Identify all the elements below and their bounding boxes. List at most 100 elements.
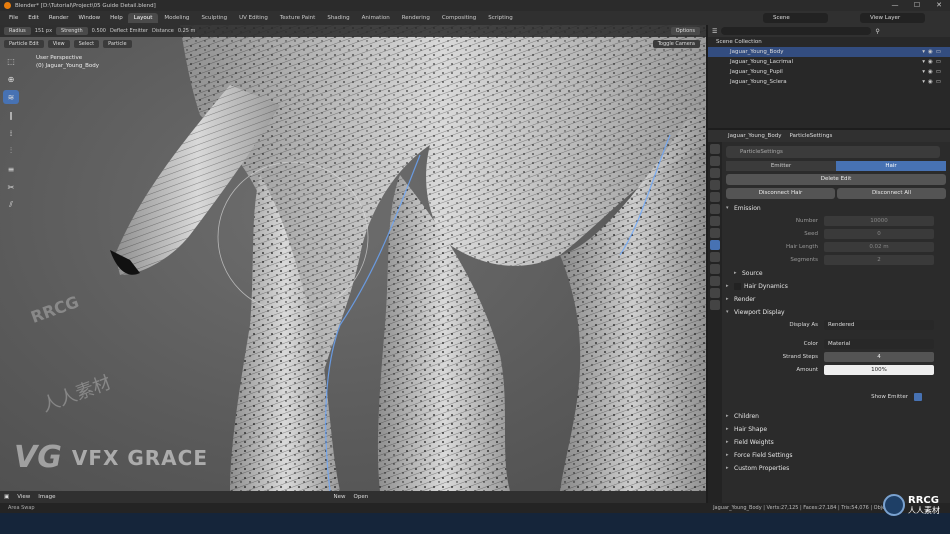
- smooth-tool-icon[interactable]: ∥: [3, 108, 19, 122]
- material-tab-icon[interactable]: [710, 288, 720, 298]
- hair-dynamics-panel[interactable]: ▸ Hair Dynamics: [724, 280, 948, 293]
- emitter-option[interactable]: Emitter: [726, 161, 836, 171]
- amount-slider[interactable]: 100%: [824, 365, 934, 375]
- display-as-dropdown[interactable]: Rendered: [824, 320, 934, 330]
- radius-value[interactable]: 151 px: [35, 28, 52, 34]
- seed-field[interactable]: 0: [824, 229, 934, 239]
- puff-tool-icon[interactable]: ≡: [3, 162, 19, 176]
- close-button[interactable]: ✕: [928, 0, 950, 11]
- mode-selector[interactable]: Particle Edit: [4, 40, 44, 48]
- length-tool-icon[interactable]: ⫶: [3, 144, 19, 158]
- scene-collection-row[interactable]: Scene Collection: [708, 37, 950, 47]
- menu-help[interactable]: Help: [105, 15, 128, 21]
- view-layer-selector[interactable]: View Layer: [860, 13, 925, 23]
- disconnect-hair-button[interactable]: Disconnect Hair: [726, 188, 835, 199]
- hair-option[interactable]: Hair: [836, 161, 946, 171]
- constraints-tab-icon[interactable]: [710, 264, 720, 274]
- select-tool-icon[interactable]: ⬚: [3, 54, 19, 68]
- open-image-button[interactable]: Open: [354, 494, 369, 500]
- tab-scripting[interactable]: Scripting: [482, 13, 518, 23]
- display-mode-icon[interactable]: ☰: [712, 28, 717, 35]
- menu-file[interactable]: File: [4, 15, 23, 21]
- data-tab-icon[interactable]: [710, 276, 720, 286]
- outliner-search-input[interactable]: [721, 27, 872, 35]
- menu-edit[interactable]: Edit: [23, 15, 44, 21]
- modifier-tab-icon[interactable]: [710, 228, 720, 238]
- view-menu[interactable]: View: [47, 40, 70, 48]
- children-panel[interactable]: ▸ Children: [724, 410, 948, 423]
- outliner-row-label: Jaguar_Young_Lacrimal: [730, 59, 794, 65]
- output-tab-icon[interactable]: [710, 168, 720, 178]
- hair-shape-panel[interactable]: ▸ Hair Shape: [724, 423, 948, 436]
- disconnect-all-button[interactable]: Disconnect All: [837, 188, 946, 199]
- field-weights-panel[interactable]: ▸ Field Weights: [724, 436, 948, 449]
- particles-tab-icon[interactable]: [710, 240, 720, 250]
- new-image-button[interactable]: New: [334, 494, 346, 500]
- object-tab-icon[interactable]: [710, 216, 720, 226]
- rrcg-logo-cn: 人人素材: [908, 505, 940, 515]
- texture-tab-icon[interactable]: [710, 300, 720, 310]
- distance-value[interactable]: 0.25 m: [178, 28, 196, 34]
- tab-sculpting[interactable]: Sculpting: [195, 13, 233, 23]
- cut-tool-icon[interactable]: ✂: [3, 180, 19, 194]
- weight-tool-icon[interactable]: ⫽: [3, 198, 19, 212]
- deflect-emitter-toggle[interactable]: Deflect Emitter: [110, 28, 148, 34]
- options-dropdown[interactable]: Options: [670, 27, 700, 35]
- color-row: Color Material: [724, 338, 948, 350]
- menu-render[interactable]: Render: [44, 15, 74, 21]
- custom-properties-panel[interactable]: ▸ Custom Properties: [724, 462, 948, 475]
- tab-rendering[interactable]: Rendering: [396, 13, 436, 23]
- visibility-icons[interactable]: ▾◉▭: [922, 47, 944, 57]
- select-menu[interactable]: Select: [73, 40, 100, 48]
- source-subpanel[interactable]: ▸ Source: [724, 267, 948, 280]
- view-layer-tab-icon[interactable]: [710, 180, 720, 190]
- filter-icon[interactable]: ⚲: [875, 28, 879, 35]
- scene-tab-icon[interactable]: [710, 192, 720, 202]
- outliner-row-lacrimal[interactable]: Jaguar_Young_Lacrimal ▾◉▭: [708, 57, 950, 67]
- toggle-camera-button[interactable]: Toggle Camera: [652, 40, 700, 48]
- segments-field[interactable]: 2: [824, 255, 934, 265]
- physics-tab-icon[interactable]: [710, 252, 720, 262]
- cursor-tool-icon[interactable]: ⊕: [3, 72, 19, 86]
- emission-panel-header[interactable]: ▾ Emission: [724, 202, 948, 215]
- tab-modeling[interactable]: Modeling: [158, 13, 195, 23]
- tab-compositing[interactable]: Compositing: [436, 13, 482, 23]
- hair-length-field[interactable]: 0.02 m: [824, 242, 934, 252]
- tab-uv-editing[interactable]: UV Editing: [233, 13, 274, 23]
- comb-tool-icon[interactable]: ≋: [3, 90, 19, 104]
- strength-value[interactable]: 0.500: [92, 28, 106, 34]
- force-field-panel[interactable]: ▸ Force Field Settings: [724, 449, 948, 462]
- delete-edit-button[interactable]: Delete Edit: [726, 174, 946, 185]
- menu-window[interactable]: Window: [73, 15, 105, 21]
- render-panel[interactable]: ▸ Render: [724, 293, 948, 306]
- tab-texture-paint[interactable]: Texture Paint: [274, 13, 322, 23]
- minimize-button[interactable]: —: [884, 0, 906, 11]
- tab-animation[interactable]: Animation: [356, 13, 396, 23]
- particle-settings-field[interactable]: ParticleSettings: [726, 146, 940, 158]
- footer-image-menu[interactable]: Image: [38, 494, 55, 500]
- number-field[interactable]: 10000: [824, 216, 934, 226]
- scene-selector[interactable]: Scene: [763, 13, 828, 23]
- render-tab-icon[interactable]: [710, 156, 720, 166]
- outliner-row-sclera[interactable]: Jaguar_Young_Sclera ▾◉▭: [708, 77, 950, 87]
- strand-steps-field[interactable]: 4: [824, 352, 934, 362]
- viewport-display-panel[interactable]: ▾ Viewport Display: [724, 306, 948, 319]
- editor-type-icon[interactable]: ▣: [4, 494, 9, 500]
- outliner-row-pupil[interactable]: Jaguar_Young_Pupil ▾◉▭: [708, 67, 950, 77]
- hair-dynamics-checkbox[interactable]: [734, 283, 741, 290]
- maximize-button[interactable]: ☐: [906, 0, 928, 11]
- add-tool-icon[interactable]: ⁞: [3, 126, 19, 140]
- tab-layout[interactable]: Layout: [127, 13, 159, 23]
- visibility-icons[interactable]: ▾◉▭: [922, 77, 944, 87]
- visibility-icons[interactable]: ▾◉▭: [922, 57, 944, 67]
- 3d-viewport[interactable]: [0, 25, 706, 491]
- footer-view-menu[interactable]: View: [17, 494, 30, 500]
- particle-menu[interactable]: Particle: [103, 40, 132, 48]
- tab-shading[interactable]: Shading: [321, 13, 355, 23]
- outliner-row-body[interactable]: Jaguar_Young_Body ▾◉▭: [708, 47, 950, 57]
- tool-tab-icon[interactable]: [710, 144, 720, 154]
- world-tab-icon[interactable]: [710, 204, 720, 214]
- visibility-icons[interactable]: ▾◉▭: [922, 67, 944, 77]
- show-emitter-checkbox[interactable]: [914, 393, 922, 401]
- color-dropdown[interactable]: Material: [824, 339, 934, 349]
